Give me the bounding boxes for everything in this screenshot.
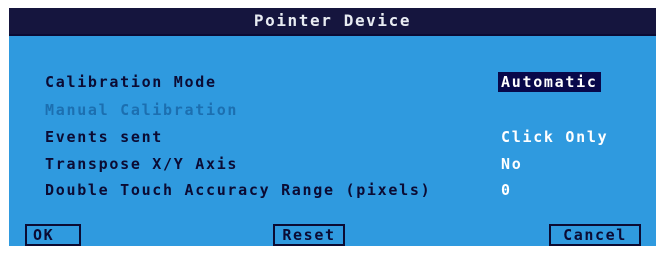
transpose-axis-value[interactable]: No — [501, 154, 522, 174]
calibration-mode-value[interactable]: Automatic — [498, 72, 601, 92]
ok-button[interactable]: OK — [25, 224, 81, 246]
calibration-mode-label: Calibration Mode — [45, 73, 217, 91]
events-sent-value[interactable]: Click Only — [501, 127, 608, 147]
dialog-title: Pointer Device — [9, 8, 656, 34]
reset-button[interactable]: Reset — [273, 224, 345, 246]
button-bar: OK Reset Cancel — [9, 208, 656, 246]
manual-calibration-label[interactable]: Manual Calibration — [45, 100, 238, 120]
cancel-button[interactable]: Cancel — [549, 224, 641, 246]
pointer-device-dialog: Pointer Device Calibration Mode Automati… — [9, 8, 656, 246]
events-sent-label: Events sent — [45, 128, 164, 146]
double-touch-range-label: Double Touch Accuracy Range (pixels) — [45, 181, 432, 199]
double-touch-range-value[interactable]: 0 — [501, 180, 512, 200]
settings-panel: Calibration Mode Automatic Manual Calibr… — [9, 36, 656, 208]
transpose-axis-label: Transpose X/Y Axis — [45, 155, 239, 173]
